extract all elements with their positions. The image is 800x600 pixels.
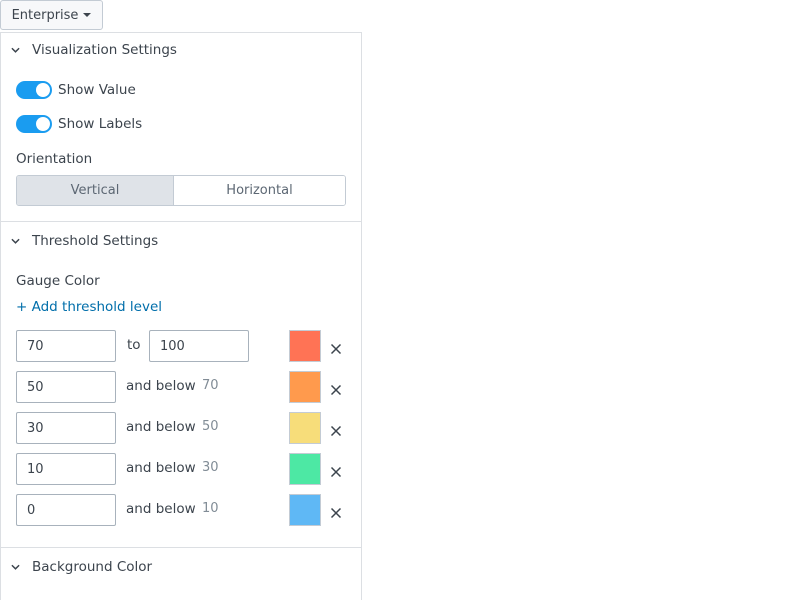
and-below-label: and below — [126, 378, 196, 394]
threshold-row-top: to — [16, 330, 346, 362]
show-labels-row: Show Labels — [16, 114, 142, 134]
show-labels-toggle[interactable] — [16, 115, 52, 133]
threshold-value-input[interactable] — [16, 494, 116, 526]
color-swatch[interactable] — [289, 371, 321, 403]
threshold-row: and below 10 — [16, 494, 346, 526]
gauge-color-label: Gauge Color — [16, 273, 100, 289]
threshold-value-input[interactable] — [16, 371, 116, 403]
show-value-row: Show Value — [16, 80, 136, 100]
close-icon[interactable] — [330, 504, 342, 519]
threshold-value-input[interactable] — [16, 453, 116, 485]
upper-bound-value: 10 — [202, 501, 219, 516]
threshold-to-label: to — [127, 337, 141, 353]
enterprise-dropdown-label: Enterprise — [11, 7, 79, 23]
section-divider — [1, 547, 361, 548]
and-below-label: and below — [126, 460, 196, 476]
threshold-value-input[interactable] — [16, 412, 116, 444]
close-icon[interactable] — [330, 463, 342, 478]
chevron-down-icon — [11, 46, 20, 55]
background-color-title: Background Color — [32, 559, 153, 575]
and-below-label: and below — [126, 419, 196, 435]
enterprise-dropdown-button[interactable]: Enterprise — [0, 0, 103, 30]
close-icon[interactable] — [330, 340, 342, 355]
and-below-label: and below — [126, 501, 196, 517]
upper-bound-value: 50 — [202, 419, 219, 434]
color-swatch[interactable] — [289, 494, 321, 526]
close-icon[interactable] — [330, 422, 342, 437]
visualization-settings-title: Visualization Settings — [32, 42, 177, 58]
show-value-toggle[interactable] — [16, 81, 52, 99]
section-divider — [1, 221, 361, 222]
toggle-knob — [36, 83, 50, 97]
settings-panel: Visualization Settings Show Value Show L… — [0, 32, 362, 600]
show-labels-label: Show Labels — [58, 116, 143, 132]
orientation-label: Orientation — [16, 151, 93, 167]
color-swatch[interactable] — [289, 330, 321, 362]
orientation-vertical-button[interactable]: Vertical — [17, 176, 174, 205]
threshold-settings-title: Threshold Settings — [32, 233, 159, 249]
threshold-row: and below 30 — [16, 453, 346, 485]
upper-bound-value: 30 — [202, 460, 219, 475]
chevron-down-icon — [11, 563, 20, 572]
close-icon[interactable] — [330, 381, 342, 396]
chevron-down-icon — [11, 237, 20, 246]
orientation-horizontal-button[interactable]: Horizontal — [174, 176, 345, 205]
threshold-settings-header[interactable]: Threshold Settings — [1, 225, 361, 257]
add-threshold-level-link[interactable]: + Add threshold level — [16, 299, 162, 315]
background-color-header[interactable]: Background Color — [1, 551, 361, 583]
orientation-selector: Vertical Horizontal — [16, 175, 346, 206]
show-value-label: Show Value — [58, 82, 136, 98]
threshold-row: and below 70 — [16, 371, 346, 403]
toggle-knob — [36, 117, 50, 131]
threshold-row: and below 50 — [16, 412, 346, 444]
visualization-settings-header[interactable]: Visualization Settings — [1, 34, 361, 66]
color-swatch[interactable] — [289, 412, 321, 444]
color-swatch[interactable] — [289, 453, 321, 485]
threshold-to-input[interactable] — [149, 330, 249, 362]
caret-down-icon — [83, 13, 92, 17]
upper-bound-value: 70 — [202, 378, 219, 393]
threshold-from-input[interactable] — [16, 330, 116, 362]
